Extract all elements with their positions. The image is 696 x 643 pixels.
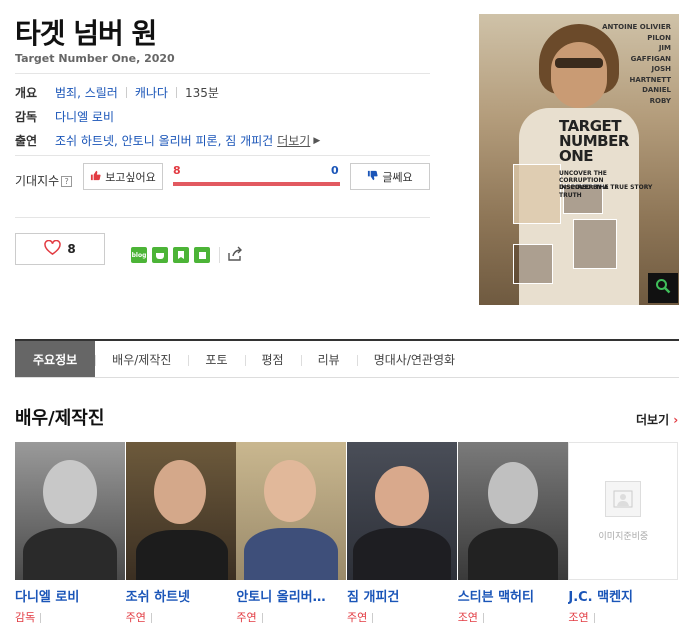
tab-review[interactable]: 리뷰	[300, 341, 357, 377]
poster-credit: ANTOINE OLIVIER	[602, 23, 671, 31]
tab-cast-crew[interactable]: 배우/제작진	[95, 341, 188, 377]
cast-name[interactable]: 조쉬 하트넷	[126, 586, 234, 605]
cast-name[interactable]: 짐 개피건	[347, 586, 455, 605]
expectation-gauge	[173, 182, 340, 186]
tab-photo[interactable]: 포토	[188, 341, 244, 377]
cast-item[interactable]: 다니엘 로비 감독	[15, 442, 126, 642]
poster-title: TARGET NUMBER ONE	[559, 119, 629, 164]
movie-title: 타겟 넘버 원	[15, 17, 157, 50]
cast-item[interactable]: 짐 개피건 주연	[347, 442, 458, 642]
movie-subtitle: Target Number One, 2020	[15, 52, 175, 65]
cast-item[interactable]: 조쉬 하트넷 주연	[125, 442, 237, 642]
tab-main-info[interactable]: 주요정보	[15, 341, 96, 377]
tab-bar: 주요정보 배우/제작진 포토 평점 리뷰 명대사/연관영화	[15, 339, 679, 378]
want-to-see-label: 보고싶어요	[105, 170, 156, 184]
cast-label: 출연	[15, 134, 38, 148]
country-link[interactable]: 캐나다	[135, 84, 168, 101]
thumbs-down-icon	[367, 170, 378, 184]
expectation-gauge-fill	[173, 182, 340, 186]
poster-title-line: ONE	[559, 147, 594, 165]
like-button[interactable]: 8	[15, 233, 105, 265]
tab-rating[interactable]: 평점	[244, 341, 301, 377]
cast-photo-placeholder[interactable]: 이미지준비중	[568, 442, 679, 580]
overview-label: 개요	[15, 86, 38, 100]
blog-share-icon[interactable]: blog	[131, 247, 147, 263]
want-to-see-button[interactable]: 보고싶어요	[83, 163, 163, 190]
poster-art	[555, 58, 603, 68]
search-icon	[655, 278, 671, 298]
expectation-panel: 기대지수? 보고싶어요 8 0 글쎄요	[15, 163, 430, 193]
divider	[219, 247, 220, 263]
poster-credit: HARTNETT	[629, 75, 671, 84]
cast-role: 주연	[126, 609, 152, 625]
tab-quotes-related[interactable]: 명대사/연관영화	[356, 341, 472, 377]
separator	[125, 87, 127, 98]
poster-credit: JIM	[658, 44, 671, 52]
chevron-right-icon: ▶	[313, 135, 321, 146]
cast-link[interactable]: 조쉬 하트넷, 안토니 올리버 피론, 짐 개피건	[55, 132, 273, 149]
cast-role: 조연	[568, 609, 594, 625]
dislike-label: 글쎄요	[382, 170, 413, 184]
dislike-button[interactable]: 글쎄요	[350, 163, 430, 190]
cast-photo[interactable]	[236, 442, 347, 580]
cast-item[interactable]: 스티븐 맥허티 조연	[457, 442, 569, 642]
director-link[interactable]: 다니엘 로비	[55, 108, 114, 125]
poster-inspired: INSPIRED BY A TRUE STORY	[559, 184, 653, 191]
cast-name[interactable]: 안토니 올리버…	[236, 586, 344, 605]
poster-credit: PILON	[647, 33, 671, 42]
director-label: 감독	[15, 110, 38, 124]
bookmark-share-icon[interactable]	[173, 247, 189, 263]
help-icon[interactable]: ?	[61, 176, 73, 187]
no-image-text: 이미지준비중	[598, 531, 649, 542]
share-icon[interactable]	[226, 245, 244, 263]
genre-link[interactable]: 범죄, 스릴러	[55, 84, 118, 101]
cast-role: 조연	[458, 609, 484, 625]
cast-name[interactable]: J.C. 맥켄지	[568, 586, 676, 605]
poster-credits: ANTOINE OLIVIER PILON JIM GAFFIGAN JOSH …	[602, 22, 671, 106]
section-more-label: 더보기	[636, 413, 670, 427]
section-title: 배우/제작진	[15, 408, 105, 429]
memo-share-icon[interactable]	[194, 247, 210, 263]
cast-row: 출연 조쉬 하트넷, 안토니 올리버 피론, 짐 개피건 더보기 ▶	[15, 132, 320, 149]
cast-photo[interactable]	[347, 442, 458, 580]
no-image-icon	[605, 480, 642, 517]
expectation-label-text: 기대지수	[15, 174, 60, 188]
poster-credit: DANIEL	[642, 86, 671, 94]
cafe-share-icon[interactable]	[152, 247, 168, 263]
divider	[15, 217, 430, 218]
heart-icon	[44, 239, 62, 259]
cast-more-link[interactable]: 더보기	[277, 132, 310, 149]
dislike-count: 0	[331, 164, 339, 177]
separator	[175, 87, 177, 98]
thumbs-up-icon	[90, 170, 101, 184]
overview-row: 개요 범죄, 스릴러 캐나다 135분	[15, 84, 219, 101]
cast-item[interactable]: 안토니 올리버… 주연	[236, 442, 347, 642]
cast-role: 감독	[15, 609, 41, 625]
poster-art	[551, 42, 607, 108]
divider	[15, 155, 430, 156]
section-more-link[interactable]: 더보기 ›	[636, 411, 678, 428]
poster-zoom-button[interactable]	[648, 273, 678, 303]
divider	[15, 73, 430, 74]
cast-name[interactable]: 스티븐 맥허티	[458, 586, 566, 605]
cast-item[interactable]: 이미지준비중 J.C. 맥켄지 조연	[568, 442, 679, 642]
cast-photo[interactable]	[457, 442, 568, 580]
poster-credit: GAFFIGAN	[630, 54, 671, 63]
runtime: 135분	[184, 86, 219, 100]
like-count: 8	[67, 242, 76, 256]
movie-poster[interactable]: ANTOINE OLIVIER PILON JIM GAFFIGAN JOSH …	[479, 14, 679, 305]
cast-photo[interactable]	[125, 442, 236, 580]
cast-role: 주연	[236, 609, 262, 625]
cast-role: 주연	[347, 609, 373, 625]
expectation-label: 기대지수?	[15, 172, 73, 189]
chevron-right-icon: ›	[669, 413, 679, 427]
director-row: 감독 다니엘 로비	[15, 108, 114, 125]
poster-credit: ROBY	[649, 96, 671, 105]
share-icon-group: blog	[131, 247, 210, 263]
cast-photo[interactable]	[15, 442, 125, 580]
poster-credit: JOSH	[651, 65, 671, 73]
cast-name[interactable]: 다니엘 로비	[15, 586, 123, 605]
cast-list: 다니엘 로비 감독 조쉬 하트넷 주연 안토니 올리버… 주연 짐 개피건 주연…	[15, 442, 679, 642]
want-count: 8	[173, 164, 181, 177]
